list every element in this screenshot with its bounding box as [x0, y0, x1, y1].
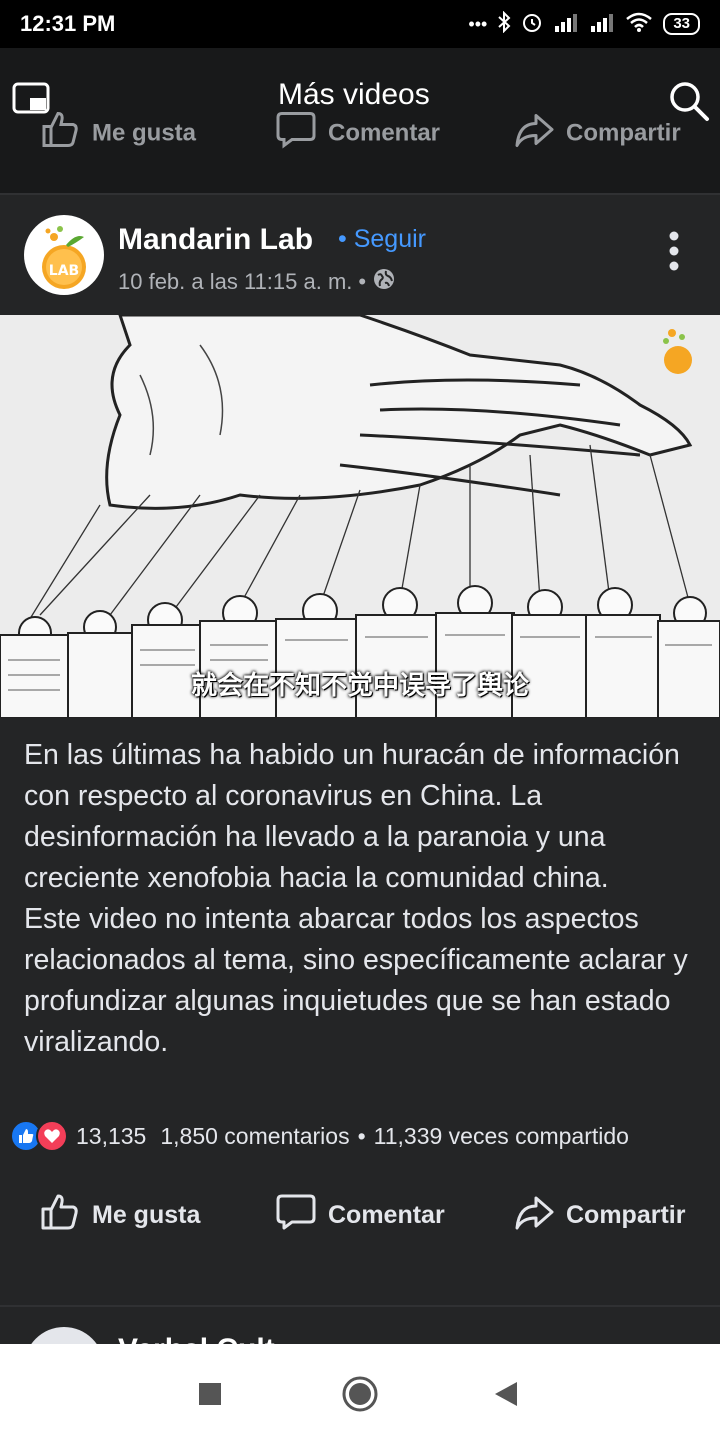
- post-paragraph-2: Este video no intenta abarcar todos los …: [24, 903, 688, 1058]
- ghost-like-label: Me gusta: [92, 119, 197, 146]
- next-author-name[interactable]: Verbal Cult...: [118, 1333, 300, 1344]
- thumbs-up-icon: [40, 1192, 80, 1239]
- signal-icon-1: [553, 12, 579, 37]
- wifi-icon: [625, 11, 653, 38]
- post-timestamp[interactable]: 10 feb. a las 11:15 a. m.: [118, 269, 352, 295]
- share-label: Compartir: [566, 1200, 686, 1229]
- video-header: Me gusta Comentar Compartir Más videos: [0, 48, 720, 193]
- post-card: LAB Mandarin Lab • Seguir 10 feb. a las …: [0, 195, 720, 1305]
- ghost-comment-icon: [276, 110, 316, 157]
- video-caption: 就会在不知不觉中误导了舆论: [190, 671, 529, 701]
- avatar-logo-text: LAB: [49, 263, 79, 279]
- follow-dot: •: [338, 225, 347, 253]
- comment-icon: [276, 1192, 316, 1239]
- status-icons: ••• 33: [468, 10, 700, 38]
- signal-icon-2: [589, 12, 615, 37]
- ghost-like-action: Me gusta: [40, 110, 196, 157]
- page-title: Más videos: [278, 78, 430, 111]
- ghost-comment-label: Comentar: [328, 119, 441, 146]
- post-paragraph-1: En las últimas ha habido un huracán de i…: [24, 739, 680, 894]
- reactions-summary[interactable]: 13,135 1,850 comentarios • 11,339 veces …: [10, 1120, 629, 1152]
- ghost-share-icon: [514, 110, 554, 157]
- love-reaction-icon: [36, 1120, 68, 1152]
- status-bar: 12:31 PM ••• 33: [0, 0, 720, 48]
- follow-label: Seguir: [353, 225, 426, 253]
- post-body: En las últimas ha habido un huracán de i…: [24, 735, 704, 1063]
- share-icon: [514, 1192, 554, 1239]
- shares-separator: •: [357, 1122, 366, 1149]
- ghost-like-icon: [40, 110, 80, 157]
- post-action-bar: Me gusta Comentar Compartir: [0, 1185, 720, 1245]
- comment-button[interactable]: Comentar: [276, 1185, 445, 1245]
- follow-button[interactable]: • Seguir: [338, 225, 426, 254]
- post-meta: 10 feb. a las 11:15 a. m. •: [118, 267, 396, 297]
- alarm-icon: [521, 11, 543, 38]
- author-name[interactable]: Mandarin Lab: [118, 223, 313, 257]
- ghost-comment-action: Comentar: [276, 110, 440, 157]
- reaction-count: 13,135: [76, 1122, 147, 1149]
- back-icon[interactable]: [486, 1374, 526, 1414]
- comment-label: Comentar: [328, 1200, 445, 1229]
- status-time: 12:31 PM: [20, 11, 116, 36]
- bluetooth-icon: [497, 10, 511, 38]
- author-avatar[interactable]: LAB: [24, 215, 104, 295]
- meta-separator: •: [358, 269, 367, 294]
- video-player[interactable]: 就会在不知不觉中误导了舆论: [0, 315, 720, 718]
- recent-apps-icon[interactable]: [190, 1374, 230, 1414]
- shares-count[interactable]: 11,339 veces compartido: [374, 1123, 629, 1150]
- ghost-share-action: Compartir: [514, 110, 681, 157]
- like-label: Me gusta: [92, 1200, 201, 1229]
- more-notifications-icon: •••: [468, 13, 488, 34]
- video-illustration: [0, 315, 720, 718]
- search-icon[interactable]: [668, 80, 710, 127]
- next-post-card: Verbal Cult...: [0, 1307, 720, 1344]
- system-navigation-bar: [0, 1344, 720, 1440]
- share-button[interactable]: Compartir: [514, 1185, 685, 1245]
- globe-icon: [372, 267, 396, 297]
- next-author-avatar[interactable]: [24, 1327, 104, 1344]
- reaction-icons: [10, 1120, 68, 1152]
- comments-count[interactable]: 1,850 comentarios: [160, 1123, 349, 1150]
- like-button[interactable]: Me gusta: [40, 1185, 200, 1245]
- more-options-icon[interactable]: [662, 229, 686, 273]
- ghost-share-label: Compartir: [566, 119, 681, 146]
- battery-indicator: 33: [663, 13, 700, 35]
- home-icon[interactable]: [340, 1374, 380, 1414]
